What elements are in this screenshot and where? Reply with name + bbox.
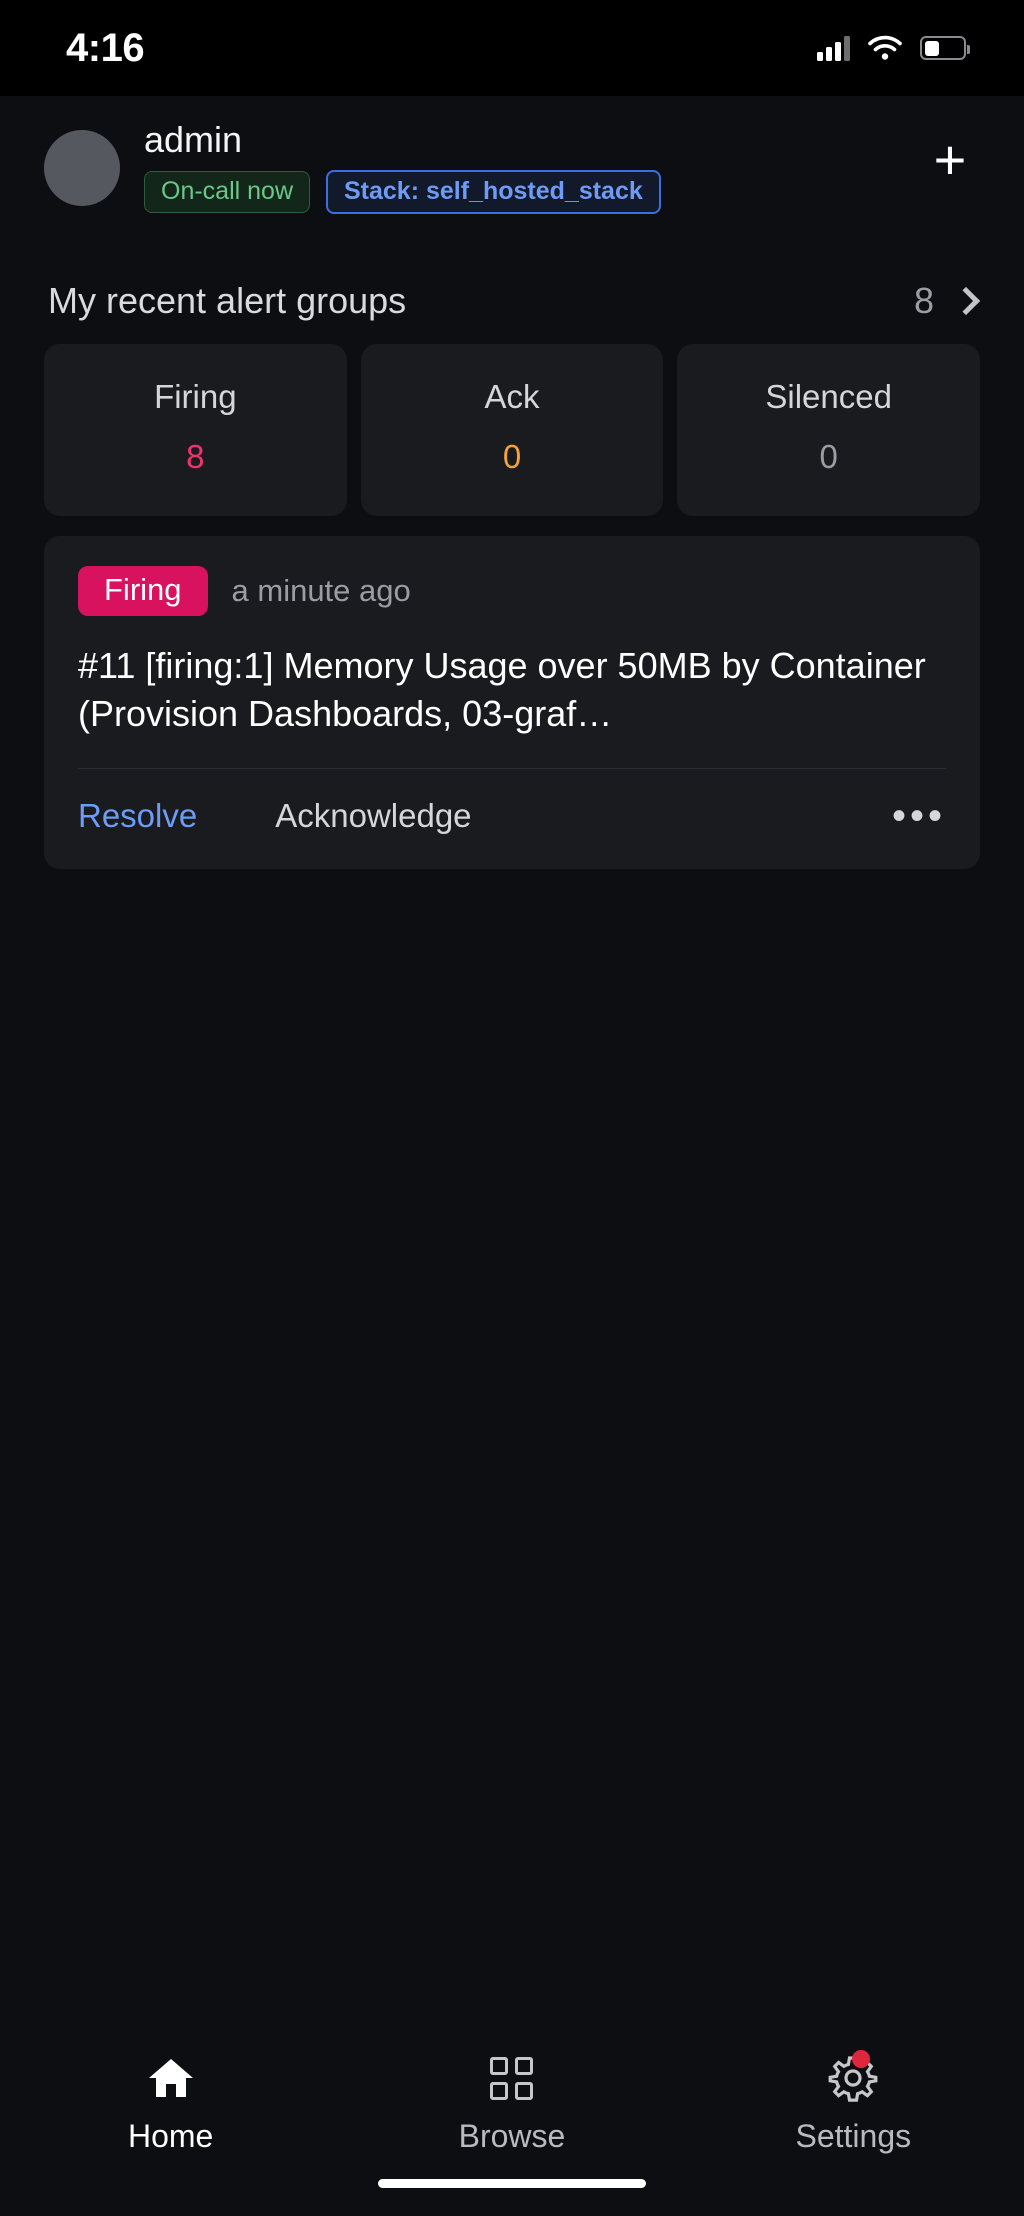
username: admin	[144, 120, 661, 160]
page-title: My recent alert groups	[48, 280, 406, 322]
alert-group-card[interactable]: Firing a minute ago #11 [firing:1] Memor…	[44, 536, 980, 869]
alert-timestamp: a minute ago	[232, 573, 411, 609]
section-header-right[interactable]: 8	[914, 280, 976, 322]
status-bar-indicators	[817, 35, 966, 61]
stat-card-ack[interactable]: Ack 0	[361, 344, 664, 516]
tab-label: Settings	[796, 2118, 912, 2155]
alert-groups-count: 8	[914, 280, 934, 322]
user-header: admin On-call now Stack: self_hosted_sta…	[0, 96, 1024, 246]
recent-alert-groups-header[interactable]: My recent alert groups 8	[0, 246, 1024, 344]
tab-home[interactable]: Home	[51, 2052, 291, 2155]
alert-actions: Resolve Acknowledge •••	[44, 769, 980, 869]
stat-value: 0	[371, 438, 654, 476]
status-badge-firing: Firing	[78, 566, 208, 616]
stats-row: Firing 8 Ack 0 Silenced 0	[0, 344, 1024, 516]
more-horizontal-icon[interactable]: •••	[892, 804, 946, 828]
content-spacer	[0, 869, 1024, 2026]
alert-title[interactable]: #11 [firing:1] Memory Usage over 50MB by…	[44, 616, 980, 768]
stat-value: 8	[54, 438, 337, 476]
acknowledge-button[interactable]: Acknowledge	[275, 797, 471, 835]
home-indicator[interactable]	[378, 2179, 646, 2188]
status-bar: 4:16	[0, 0, 1024, 96]
stat-card-silenced[interactable]: Silenced 0	[677, 344, 980, 516]
status-badge-stack[interactable]: Stack: self_hosted_stack	[326, 170, 661, 215]
stat-label: Ack	[371, 378, 654, 416]
resolve-button[interactable]: Resolve	[78, 797, 197, 835]
tab-label: Browse	[459, 2118, 566, 2155]
status-badge-oncall: On-call now	[144, 171, 310, 214]
home-icon	[145, 2052, 197, 2104]
grid-icon	[490, 2052, 533, 2104]
add-button[interactable]: +	[920, 130, 980, 190]
user-badges: On-call now Stack: self_hosted_stack	[144, 170, 661, 215]
alert-card-header: Firing a minute ago	[44, 566, 980, 616]
status-bar-time: 4:16	[66, 26, 144, 71]
battery-icon	[920, 36, 966, 60]
stat-label: Silenced	[687, 378, 970, 416]
stat-value: 0	[687, 438, 970, 476]
stat-card-firing[interactable]: Firing 8	[44, 344, 347, 516]
stat-label: Firing	[54, 378, 337, 416]
tab-settings[interactable]: Settings	[733, 2052, 973, 2155]
wifi-icon	[868, 35, 902, 61]
tab-browse[interactable]: Browse	[392, 2052, 632, 2155]
cellular-signal-icon	[817, 35, 850, 61]
tab-label: Home	[128, 2118, 213, 2155]
gear-icon	[828, 2052, 878, 2104]
avatar[interactable]	[44, 130, 120, 206]
chevron-right-icon[interactable]	[952, 287, 980, 315]
user-meta: admin On-call now Stack: self_hosted_sta…	[144, 120, 661, 214]
app-screen: 4:16 admin On-call now Stack: self_hoste…	[0, 0, 1024, 2216]
